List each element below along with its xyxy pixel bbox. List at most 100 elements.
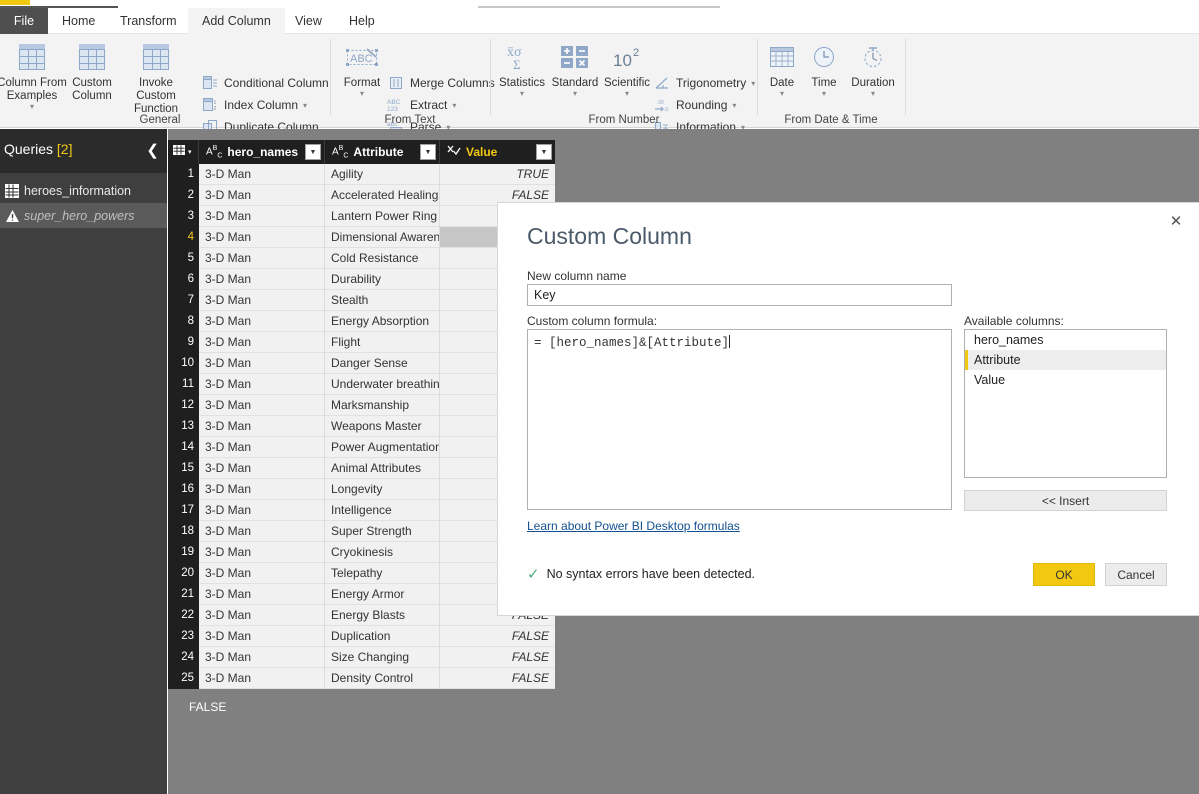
table-cell-attribute[interactable]: Durability — [325, 269, 440, 290]
table-cell-hero-names[interactable]: 3-D Man — [199, 458, 325, 479]
table-cell-hero-names[interactable]: 3-D Man — [199, 353, 325, 374]
table-cell-attribute[interactable]: Power Augmentation — [325, 437, 440, 458]
chevron-down-icon[interactable]: ▾ — [760, 90, 804, 98]
table-row-number[interactable]: 9 — [168, 332, 199, 353]
close-icon[interactable]: ✕ — [1163, 209, 1189, 233]
table-cell-attribute[interactable]: Super Strength — [325, 521, 440, 542]
merge-columns-button[interactable]: Merge Columns — [386, 72, 495, 94]
rounding-button[interactable]: .00.0 Rounding ▾ — [652, 94, 736, 116]
table-cell-attribute[interactable]: Telepathy — [325, 563, 440, 584]
table-cell-hero-names[interactable]: 3-D Man — [199, 437, 325, 458]
table-row[interactable]: 23 3-D Man Duplication FALSE — [168, 626, 555, 647]
table-cell-hero-names[interactable]: 3-D Man — [199, 479, 325, 500]
table-row[interactable]: 25 3-D Man Density Control FALSE — [168, 668, 555, 689]
chevron-down-icon[interactable]: ▾ — [751, 79, 755, 88]
table-cell-hero-names[interactable]: 3-D Man — [199, 395, 325, 416]
table-cell-attribute[interactable]: Longevity — [325, 479, 440, 500]
table-row[interactable]: 20 3-D Man Telepathy — [168, 563, 555, 584]
chevron-down-icon[interactable]: ▾ — [548, 90, 602, 98]
sidebar-item-super-hero-powers[interactable]: super_hero_powers — [0, 203, 167, 228]
chevron-down-icon[interactable]: ▾ — [452, 101, 456, 110]
table-row-number[interactable]: 25 — [168, 668, 199, 689]
learn-formulas-link[interactable]: Learn about Power BI Desktop formulas — [527, 519, 740, 533]
table-cell-hero-names[interactable]: 3-D Man — [199, 248, 325, 269]
table-row[interactable]: 13 3-D Man Weapons Master — [168, 416, 555, 437]
table-cell-attribute[interactable]: Duplication — [325, 626, 440, 647]
table-row[interactable]: 7 3-D Man Stealth — [168, 290, 555, 311]
duration-button[interactable]: Duration ▾ — [844, 37, 902, 98]
table-row-number[interactable]: 16 — [168, 479, 199, 500]
table-cell-hero-names[interactable]: 3-D Man — [199, 269, 325, 290]
table-row-number[interactable]: 14 — [168, 437, 199, 458]
table-cell-attribute[interactable]: Danger Sense — [325, 353, 440, 374]
table-column-header-value[interactable]: Value ▼ — [440, 140, 555, 164]
chevron-down-icon[interactable]: ▾ — [844, 90, 902, 98]
table-cell-hero-names[interactable]: 3-D Man — [199, 584, 325, 605]
table-cell-attribute[interactable]: Intelligence — [325, 500, 440, 521]
table-cell-hero-names[interactable]: 3-D Man — [199, 227, 325, 248]
table-row[interactable]: 21 3-D Man Energy Armor — [168, 584, 555, 605]
conditional-column-button[interactable]: Conditional Column — [200, 72, 329, 94]
invoke-custom-function-button[interactable]: Invoke Custom Function — [118, 37, 194, 116]
table-row-number[interactable]: 19 — [168, 542, 199, 563]
table-cell-hero-names[interactable]: 3-D Man — [199, 626, 325, 647]
table-row-number[interactable]: 7 — [168, 290, 199, 311]
table-row[interactable]: 9 3-D Man Flight — [168, 332, 555, 353]
table-cell-hero-names[interactable]: 3-D Man — [199, 563, 325, 584]
available-columns-list[interactable]: hero_names Attribute Value — [964, 329, 1167, 478]
table-cell-attribute[interactable]: Cryokinesis — [325, 542, 440, 563]
chevron-down-icon[interactable]: ▾ — [303, 101, 307, 110]
sidebar-item-heroes-information[interactable]: heroes_information — [0, 178, 167, 203]
table-cell-attribute[interactable]: Accelerated Healing — [325, 185, 440, 206]
chevron-down-icon[interactable]: ▾ — [494, 90, 550, 98]
chevron-left-icon[interactable]: ❮ — [146, 141, 159, 159]
column-filter-dropdown[interactable]: ▼ — [305, 144, 321, 160]
table-row[interactable]: 10 3-D Man Danger Sense — [168, 353, 555, 374]
table-cell-hero-names[interactable]: 3-D Man — [199, 521, 325, 542]
standard-button[interactable]: Standard ▾ — [548, 37, 602, 98]
table-row[interactable]: 4 3-D Man Dimensional Awaren... — [168, 227, 555, 248]
table-cell-attribute[interactable]: Density Control — [325, 668, 440, 689]
table-cell-hero-names[interactable]: 3-D Man — [199, 185, 325, 206]
table-cell-value[interactable]: FALSE — [440, 647, 555, 668]
table-row-number[interactable]: 4 — [168, 227, 199, 248]
format-button[interactable]: ABC Format ▾ — [336, 37, 388, 98]
column-filter-dropdown[interactable]: ▼ — [536, 144, 552, 160]
table-cell-attribute[interactable]: Animal Attributes — [325, 458, 440, 479]
table-row-number[interactable]: 12 — [168, 395, 199, 416]
table-cell-attribute[interactable]: Dimensional Awaren... — [325, 227, 440, 248]
table-cell-attribute[interactable]: Energy Blasts — [325, 605, 440, 626]
table-cell-value[interactable]: FALSE — [440, 668, 555, 689]
date-button[interactable]: Date ▾ — [760, 37, 804, 98]
extract-button[interactable]: ABC 123 Extract ▾ — [386, 94, 456, 116]
tab-help[interactable]: Help — [335, 8, 389, 34]
insert-button[interactable]: << Insert — [964, 490, 1167, 511]
table-row-number[interactable]: 22 — [168, 605, 199, 626]
table-row[interactable]: 15 3-D Man Animal Attributes — [168, 458, 555, 479]
table-cell-hero-names[interactable]: 3-D Man — [199, 542, 325, 563]
table-row-number[interactable]: 23 — [168, 626, 199, 647]
table-cell-attribute[interactable]: Marksmanship — [325, 395, 440, 416]
table-corner-select-all[interactable]: ▾ — [168, 140, 199, 164]
table-row[interactable]: 14 3-D Man Power Augmentation — [168, 437, 555, 458]
table-row[interactable]: 5 3-D Man Cold Resistance — [168, 248, 555, 269]
table-row[interactable]: 3 3-D Man Lantern Power Ring — [168, 206, 555, 227]
table-cell-attribute[interactable]: Size Changing — [325, 647, 440, 668]
available-column-item[interactable]: Attribute — [965, 350, 1166, 370]
table-row[interactable]: 18 3-D Man Super Strength — [168, 521, 555, 542]
tab-home[interactable]: Home — [48, 8, 109, 34]
table-cell-attribute[interactable]: Underwater breathing — [325, 374, 440, 395]
table-cell-attribute[interactable]: Stealth — [325, 290, 440, 311]
table-cell-hero-names[interactable]: 3-D Man — [199, 290, 325, 311]
statistics-button[interactable]: x̄σ Σ Statistics ▾ — [494, 37, 550, 98]
tab-file[interactable]: File — [0, 8, 48, 34]
table-cell-attribute[interactable]: Flight — [325, 332, 440, 353]
table-row-number[interactable]: 3 — [168, 206, 199, 227]
new-column-name-input[interactable]: Key — [527, 284, 952, 306]
table-row-number[interactable]: 5 — [168, 248, 199, 269]
available-column-item[interactable]: Value — [965, 370, 1166, 390]
table-cell-attribute[interactable]: Energy Armor — [325, 584, 440, 605]
table-row-number[interactable]: 13 — [168, 416, 199, 437]
time-button[interactable]: Time ▾ — [802, 37, 846, 98]
table-cell-attribute[interactable]: Agility — [325, 164, 440, 185]
